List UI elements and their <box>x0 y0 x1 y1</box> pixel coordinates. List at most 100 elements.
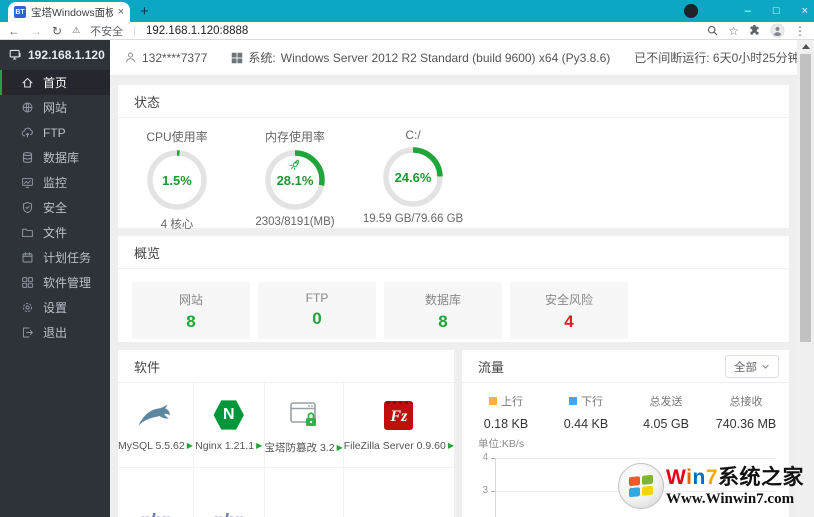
traffic-up-stat: 上行 0.18 KB <box>483 396 529 431</box>
sidebar-item-files[interactable]: 文件 <box>0 220 110 245</box>
minimize-button[interactable]: – <box>745 5 751 17</box>
sidebar-item-cron[interactable]: 计划任务 <box>0 245 110 270</box>
uptime-text: 已不间断运行: 6天0小时25分钟 <box>634 51 800 65</box>
scroll-up-arrow-icon[interactable] <box>802 44 810 49</box>
php-icon: php <box>213 511 246 517</box>
browser-menu-icon[interactable]: ⋮ <box>794 25 806 37</box>
forward-icon[interactable]: → <box>30 25 42 37</box>
chart-unit-label: 单位:KB/s <box>478 438 525 450</box>
back-icon[interactable]: ← <box>8 25 20 37</box>
profile-avatar-icon[interactable] <box>770 23 785 38</box>
browser-tab[interactable]: BT 宝塔Windows面板 × <box>8 2 130 22</box>
system-value: Windows Server 2012 R2 Standard (build 9… <box>280 50 611 65</box>
nginx-icon: N <box>213 400 244 430</box>
sidebar-item-security[interactable]: 安全 <box>0 195 110 220</box>
user-group[interactable]: 132****7377 <box>124 51 207 65</box>
gridline <box>495 458 775 459</box>
sidebar-item-home[interactable]: 首页 <box>0 70 110 95</box>
overview-panel-title: 概览 <box>118 236 789 269</box>
release-memory-rocket-icon[interactable] <box>289 159 301 171</box>
sidebar-item-software[interactable]: 软件管理 <box>0 270 110 295</box>
upload-legend-swatch <box>489 397 497 405</box>
watermark-site: Www.Winwin7.com <box>666 491 795 507</box>
sidebar-menu: 首页 网站 FTP 数据库 监控 安全 文件 计划任务 软件管理 设置 退出 <box>0 70 110 345</box>
sidebar-item-ftp[interactable]: FTP <box>0 120 110 145</box>
sidebar-item-settings[interactable]: 设置 <box>0 295 110 320</box>
traffic-down-stat: 下行 0.44 KB <box>563 396 609 431</box>
memory-usage: 2303/8191(MB) <box>255 216 335 228</box>
windows-flag-icon <box>629 474 653 498</box>
grid-icon <box>22 277 33 288</box>
globe-icon <box>22 102 33 113</box>
cpu-percent: 1.5% <box>162 173 192 188</box>
top-info-bar: 132****7377 系统: Windows Server 2012 R2 S… <box>110 40 800 76</box>
running-play-icon: ▶ <box>256 441 263 450</box>
disk-usage: 19.59 GB/79.66 GB <box>362 213 464 225</box>
cpu-gauge: CPU使用率 1.5% 4 核心 <box>118 124 236 232</box>
system-group: 系统: Windows Server 2012 R2 Standard (bui… <box>231 49 610 66</box>
url-field[interactable]: 192.168.1.120:8888 <box>146 25 696 37</box>
y-tick-3: 3 <box>482 485 488 496</box>
address-separator: | <box>133 24 136 37</box>
chart-y-axis <box>495 458 496 517</box>
bookmark-star-icon[interactable]: ☆ <box>728 25 739 37</box>
software-item-nginx[interactable]: N Nginx 1.21.1 ▶ <box>193 383 265 468</box>
y-tick-4: 4 <box>482 452 488 463</box>
software-panel-title: 软件 <box>118 350 454 383</box>
software-item-filezilla[interactable]: Fz FileZilla Server 0.9.60 ▶ <box>343 383 454 468</box>
overview-card-ftp[interactable]: FTP 0 <box>258 282 376 339</box>
server-monitor-icon <box>9 49 21 60</box>
software-item-php-1[interactable]: php <box>118 468 194 517</box>
reload-icon[interactable]: ↻ <box>52 25 62 37</box>
tab-close-icon[interactable]: × <box>118 6 124 18</box>
monitor-icon <box>22 177 33 188</box>
calendar-icon <box>22 252 33 263</box>
tamper-proof-icon <box>289 402 316 426</box>
chevron-down-icon <box>762 364 769 369</box>
main-content: 状态 CPU使用率 1.5% 4 核心 内存使用率 28.1% 2303/819… <box>110 76 804 517</box>
home-icon <box>22 77 33 88</box>
windows-logo-icon <box>232 52 243 63</box>
filezilla-icon: Fz <box>384 400 414 430</box>
system-label: 系统: <box>248 51 276 65</box>
titlebar-profile-icon[interactable] <box>684 4 698 18</box>
not-secure-label[interactable]: 不安全 <box>90 23 123 39</box>
not-secure-warning-icon[interactable]: ⚠ <box>72 25 80 36</box>
logout-icon <box>22 327 33 338</box>
status-panel-title: 状态 <box>118 85 789 118</box>
page-scrollbar[interactable] <box>797 40 814 517</box>
maximize-button[interactable]: □ <box>773 5 780 17</box>
scrollbar-thumb[interactable] <box>800 54 811 342</box>
user-phone: 132****7377 <box>142 50 208 65</box>
mysql-dolphin-icon <box>138 405 171 426</box>
traffic-total-received-stat: 总接收 740.36 MB <box>715 396 777 431</box>
browser-titlebar: BT 宝塔Windows面板 × + – □ × <box>0 0 814 22</box>
overview-card-website[interactable]: 网站 8 <box>132 282 250 339</box>
software-item-mysql[interactable]: MySQL 5.5.62 ▶ <box>118 383 194 468</box>
sidebar-server-header[interactable]: 192.168.1.120 0 <box>0 40 128 69</box>
extensions-puzzle-icon[interactable] <box>748 24 761 37</box>
sidebar-item-database[interactable]: 数据库 <box>0 145 110 170</box>
cloud-icon <box>21 127 33 138</box>
sidebar-item-monitor[interactable]: 监控 <box>0 170 110 195</box>
running-play-icon: ▶ <box>336 442 343 452</box>
zoom-icon[interactable] <box>706 24 719 37</box>
folder-icon <box>22 228 33 238</box>
overview-card-security-risk[interactable]: 安全风险 4 <box>510 282 628 339</box>
baota-favicon: BT <box>14 6 26 18</box>
software-item-tamper-proof[interactable]: 宝塔防篡改 3.2 ▶ <box>264 383 344 468</box>
screen: BT 宝塔Windows面板 × + – □ × ← → ↻ ⚠ 不安全 | 1… <box>0 0 814 517</box>
close-button[interactable]: × <box>802 5 808 17</box>
sidebar-item-website[interactable]: 网站 <box>0 95 110 120</box>
overview-card-database[interactable]: 数据库 8 <box>384 282 502 339</box>
software-empty-cell <box>344 468 454 517</box>
software-item-php-2[interactable]: php <box>194 468 265 517</box>
traffic-filter-select[interactable]: 全部 <box>725 355 779 378</box>
status-panel: 状态 CPU使用率 1.5% 4 核心 内存使用率 28.1% 2303/819… <box>118 85 789 231</box>
new-tab-button[interactable]: + <box>140 3 149 21</box>
sidebar-item-logout[interactable]: 退出 <box>0 320 110 345</box>
traffic-total-sent-stat: 总发送 4.05 GB <box>643 396 689 431</box>
user-icon <box>125 52 136 63</box>
sidebar: 192.168.1.120 0 首页 网站 FTP 数据库 监控 <box>0 40 128 517</box>
running-play-icon: ▶ <box>447 441 454 450</box>
